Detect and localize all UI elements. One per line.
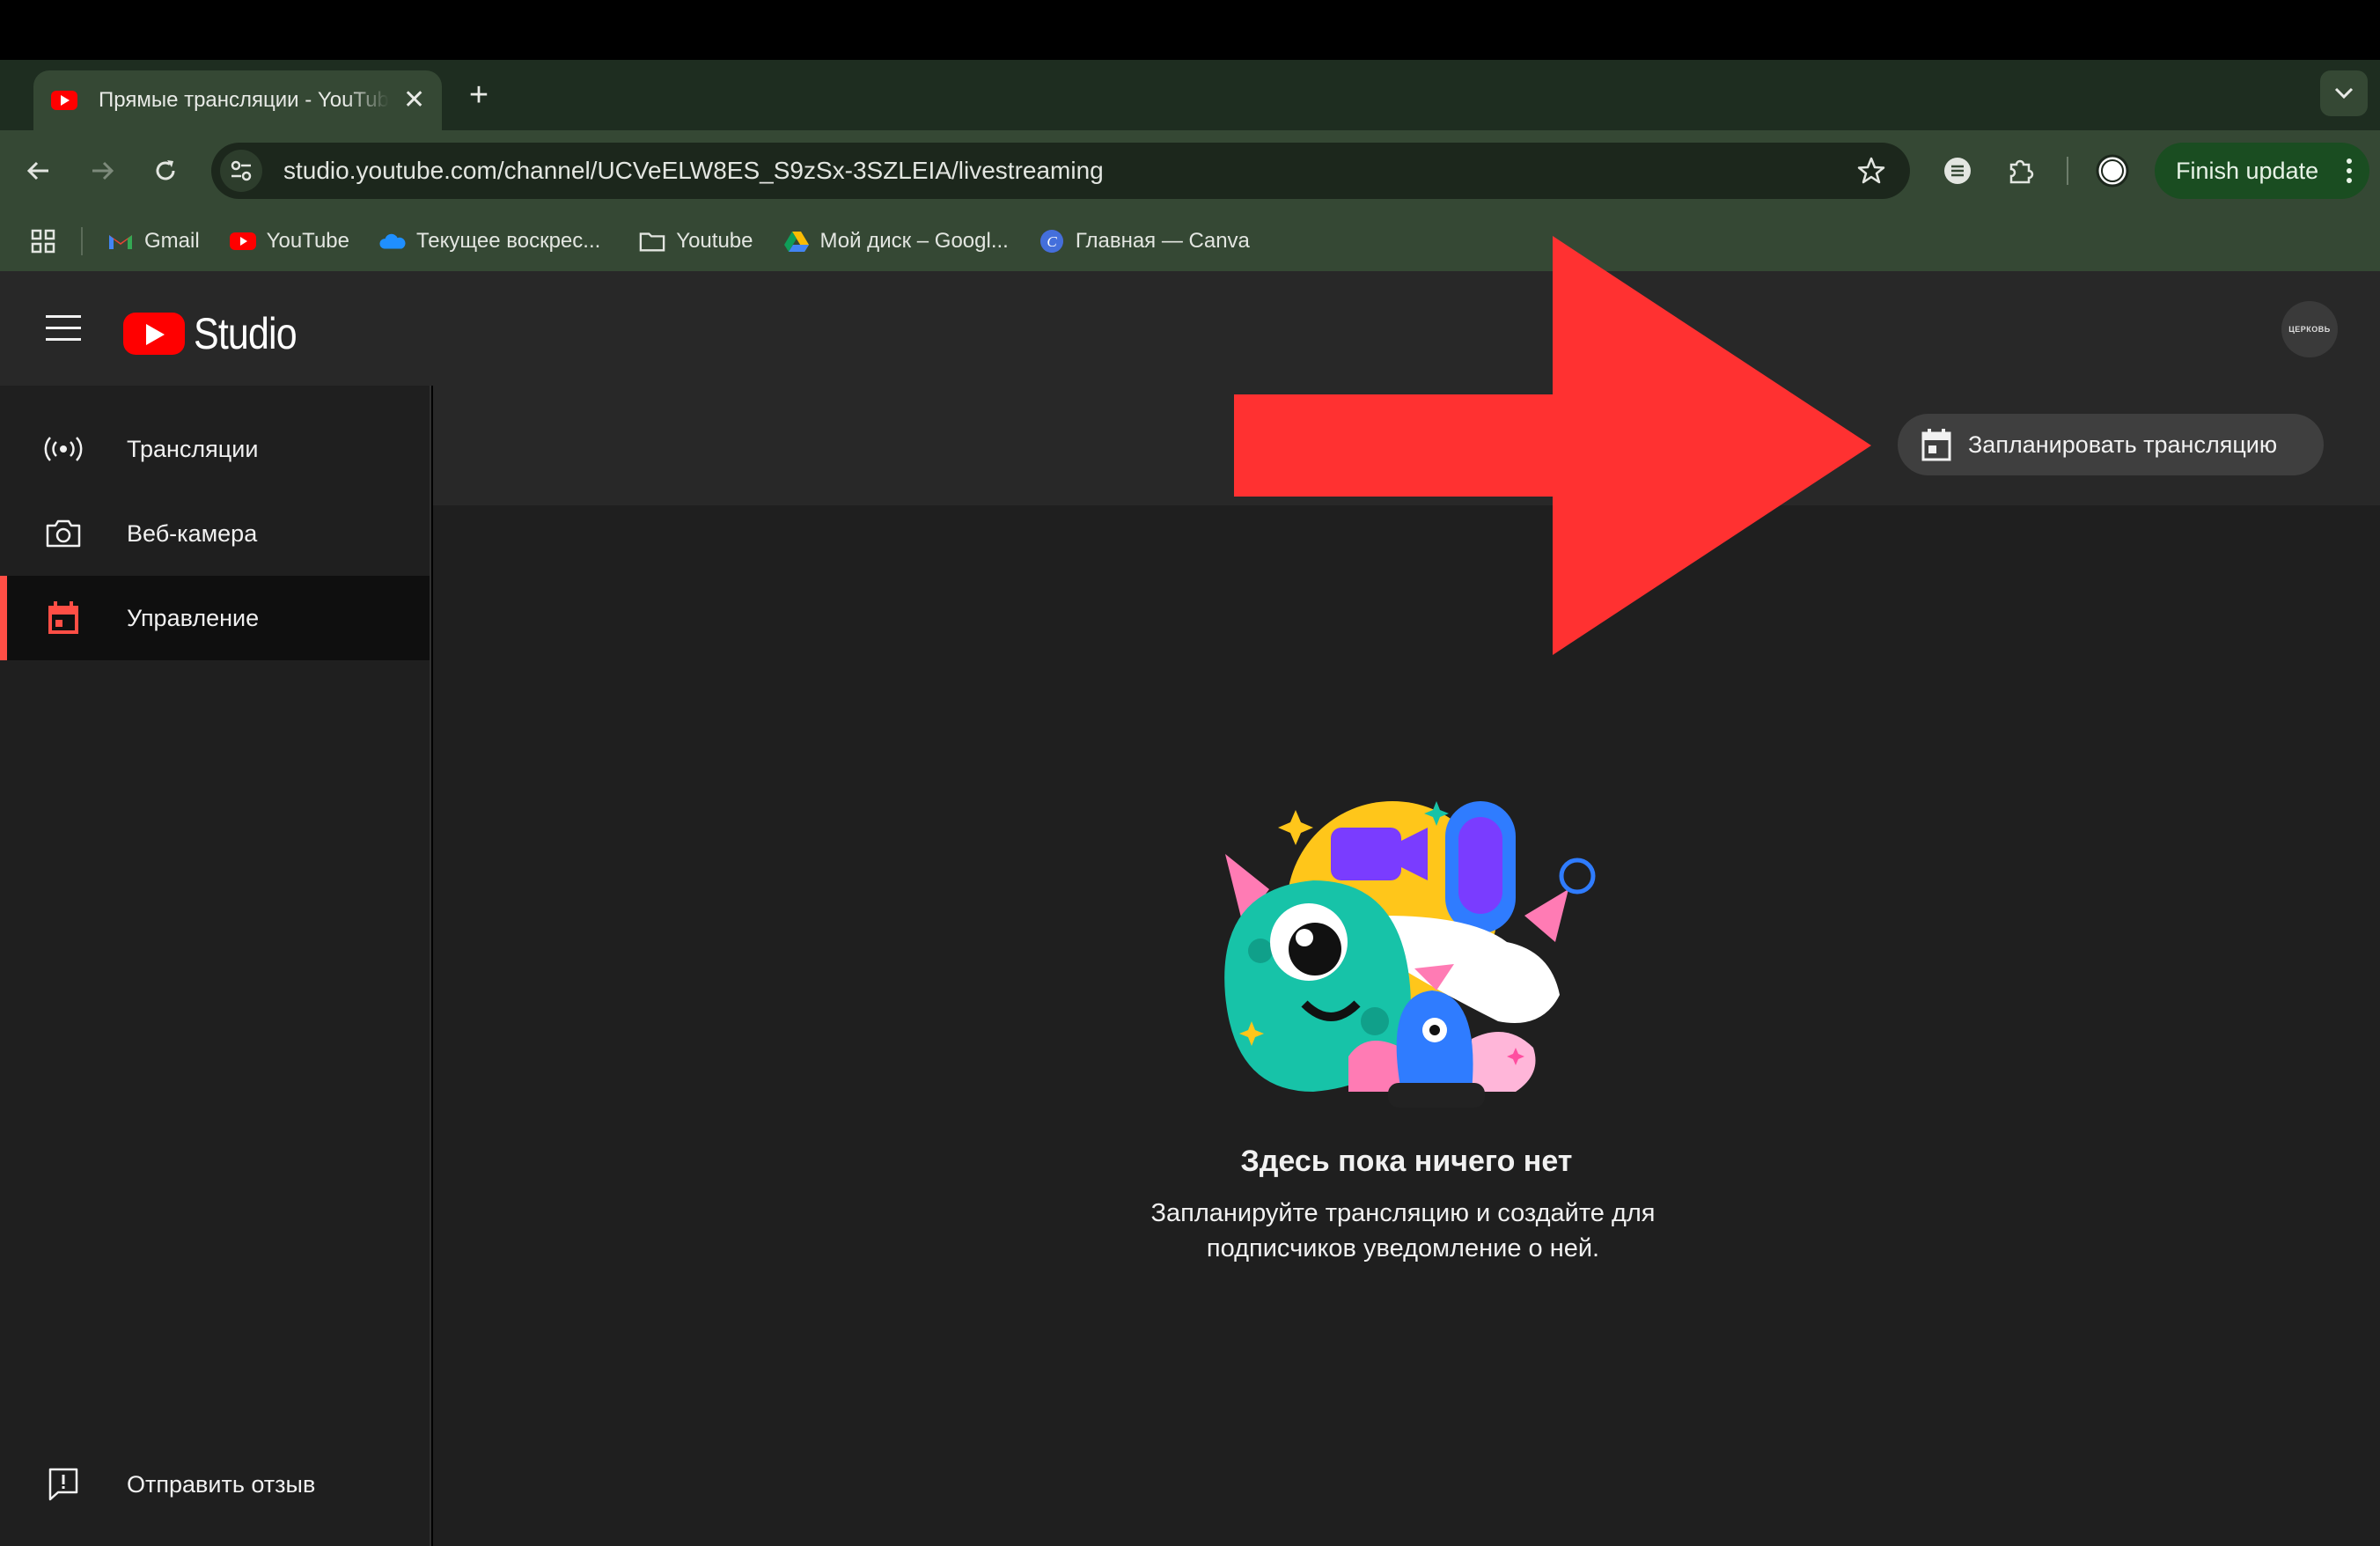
onedrive-icon bbox=[379, 230, 406, 253]
url-text[interactable]: studio.youtube.com/channel/UCVeELW8ES_S9… bbox=[283, 157, 1104, 185]
tune-icon bbox=[231, 160, 252, 181]
bookmark-folder-youtube[interactable]: Youtube bbox=[639, 229, 753, 254]
forward-button[interactable] bbox=[81, 150, 123, 192]
arrow-left-icon bbox=[26, 161, 48, 180]
studio-logo-text: Studio bbox=[194, 309, 298, 358]
gmail-icon bbox=[107, 230, 134, 253]
address-bar[interactable]: studio.youtube.com/channel/UCVeELW8ES_S9… bbox=[211, 143, 1910, 199]
reload-icon bbox=[156, 160, 175, 180]
bookmark-onedrive[interactable]: Текущее воскрес... bbox=[379, 229, 600, 254]
bookmark-label: Gmail bbox=[144, 229, 200, 253]
sidebar-item-manage[interactable]: Управление bbox=[0, 576, 430, 660]
sidebar-item-label: Трансляции bbox=[127, 435, 259, 462]
back-button[interactable] bbox=[18, 150, 60, 192]
folder-icon bbox=[639, 230, 665, 253]
youtube-icon bbox=[229, 230, 256, 253]
feedback-label: Отправить отзыв bbox=[127, 1470, 316, 1498]
youtube-play-icon bbox=[123, 313, 185, 355]
menu-icon[interactable] bbox=[46, 315, 81, 350]
sidebar-item-webcam[interactable]: Веб-камера bbox=[0, 491, 430, 576]
camera-icon bbox=[42, 512, 84, 555]
browser-tab[interactable]: Прямые трансляции - YouTube ✕ bbox=[33, 70, 442, 130]
puzzle-icon bbox=[2009, 159, 2034, 184]
bookmark-canva[interactable]: C Главная — Canva bbox=[1039, 229, 1250, 254]
live-broadcast-icon bbox=[42, 428, 84, 470]
youtube-studio-logo[interactable]: Studio bbox=[123, 308, 313, 359]
seo-extension-icon bbox=[2096, 154, 2129, 188]
more-vert-icon bbox=[2347, 158, 2352, 188]
bookmark-label: Мой диск – Googl... bbox=[819, 229, 1009, 253]
sidebar-item-label: Веб-камера bbox=[127, 519, 258, 547]
finish-update-label: Finish update bbox=[2176, 157, 2319, 184]
canva-icon: C bbox=[1039, 230, 1065, 253]
list-circle-icon bbox=[1944, 158, 1971, 184]
profile-extension-button[interactable] bbox=[2091, 150, 2134, 192]
bookmarks-bar: Gmail YouTube Текущее воскрес... Youtube bbox=[0, 211, 2380, 271]
sidebar-item-broadcasts[interactable]: Трансляции bbox=[0, 407, 430, 491]
google-drive-icon bbox=[783, 230, 810, 253]
bookmark-label: Текущее воскрес... bbox=[415, 229, 601, 253]
avatar-text: ЦЕРКОВЬ bbox=[2288, 325, 2331, 334]
chevron-down-icon bbox=[2334, 87, 2354, 99]
extensions-button[interactable] bbox=[2000, 150, 2042, 192]
browser-toolbar: studio.youtube.com/channel/UCVeELW8ES_S9… bbox=[0, 130, 2380, 211]
empty-state-illustration bbox=[1208, 792, 1612, 1114]
avatar[interactable]: ЦЕРКОВЬ bbox=[2281, 301, 2338, 357]
site-info-button[interactable] bbox=[220, 150, 262, 192]
youtube-favicon-icon bbox=[51, 91, 77, 110]
bookmark-label: Youtube bbox=[676, 229, 753, 253]
reload-button[interactable] bbox=[144, 150, 187, 192]
tab-title: Прямые трансляции - YouTube bbox=[99, 88, 389, 112]
sidebar: Трансляции Веб-камера Управление Отправи… bbox=[0, 386, 431, 1546]
empty-state-description: Запланируйте трансляцию и создайте для п… bbox=[1150, 1199, 1656, 1263]
bookmark-youtube[interactable]: YouTube bbox=[229, 229, 349, 254]
browser-tab-bar: Прямые трансляции - YouTube ✕ + bbox=[0, 60, 2380, 130]
bookmark-label: YouTube bbox=[266, 229, 349, 253]
bookmarks-divider bbox=[81, 227, 83, 255]
reading-list-button[interactable] bbox=[1936, 150, 1979, 192]
bookmark-label: Главная — Canva bbox=[1075, 229, 1250, 253]
svg-text:C: C bbox=[1047, 233, 1057, 250]
send-feedback-button[interactable]: Отправить отзыв bbox=[0, 1442, 430, 1527]
calendar-icon bbox=[42, 597, 84, 639]
toolbar-divider bbox=[2067, 157, 2068, 185]
top-black-strip bbox=[0, 0, 2380, 60]
empty-state-title: Здесь пока ничего нет bbox=[1240, 1145, 1573, 1178]
finish-update-button[interactable]: Finish update bbox=[2155, 143, 2369, 199]
bookmark-gmail[interactable]: Gmail bbox=[107, 229, 200, 254]
close-icon[interactable]: ✕ bbox=[403, 87, 425, 114]
apps-grid-icon bbox=[31, 229, 55, 254]
star-icon[interactable] bbox=[1855, 155, 1887, 187]
arrow-right-icon bbox=[92, 161, 114, 180]
annotation-arrow-icon bbox=[1234, 236, 1871, 655]
bookmark-google-drive[interactable]: Мой диск – Googl... bbox=[783, 229, 1009, 254]
new-tab-button[interactable]: + bbox=[461, 77, 496, 113]
sidebar-item-label: Управление bbox=[127, 604, 260, 631]
tab-search-button[interactable] bbox=[2320, 70, 2368, 116]
feedback-icon bbox=[42, 1463, 84, 1506]
studio-header: Studio ЦЕРКОВЬ bbox=[0, 271, 2380, 386]
apps-button[interactable] bbox=[30, 228, 56, 254]
